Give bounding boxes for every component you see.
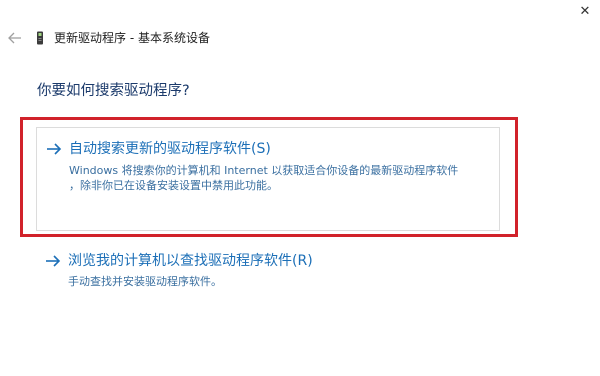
auto-search-desc-line1: Windows 将搜索你的计算机和 Internet 以获取适合你设备的最新驱动… [69,164,459,177]
back-button[interactable] [8,30,22,46]
browse-computer-title: 浏览我的计算机以查找驱动程序软件(R) [68,253,313,269]
update-driver-window: ✕ 更新驱动程序 - 基本系统设备 你要如何搜索驱动程序? 自动搜索更新的驱动程… [0,0,600,376]
auto-search-desc-line2: ，除非你已在设备安装设置中禁用此功能。 [69,179,278,192]
browse-computer-desc: 手动查找并安装驱动程序软件。 [68,275,222,288]
auto-search-option[interactable]: 自动搜索更新的驱动程序软件(S) Windows 将搜索你的计算机和 Inter… [36,127,500,231]
arrow-right-icon [47,143,62,155]
page-heading: 你要如何搜索驱动程序? [37,83,190,99]
close-icon: ✕ [579,3,591,19]
arrow-right-icon [46,255,61,267]
device-icon [37,31,43,45]
browse-computer-option[interactable]: 浏览我的计算机以查找驱动程序软件(R) 手动查找并安装驱动程序软件。 [36,248,500,292]
close-button[interactable]: ✕ [570,0,600,22]
window-title: 更新驱动程序 - 基本系统设备 [54,31,210,45]
arrow-left-icon [8,32,21,44]
auto-search-title: 自动搜索更新的驱动程序软件(S) [69,141,271,157]
